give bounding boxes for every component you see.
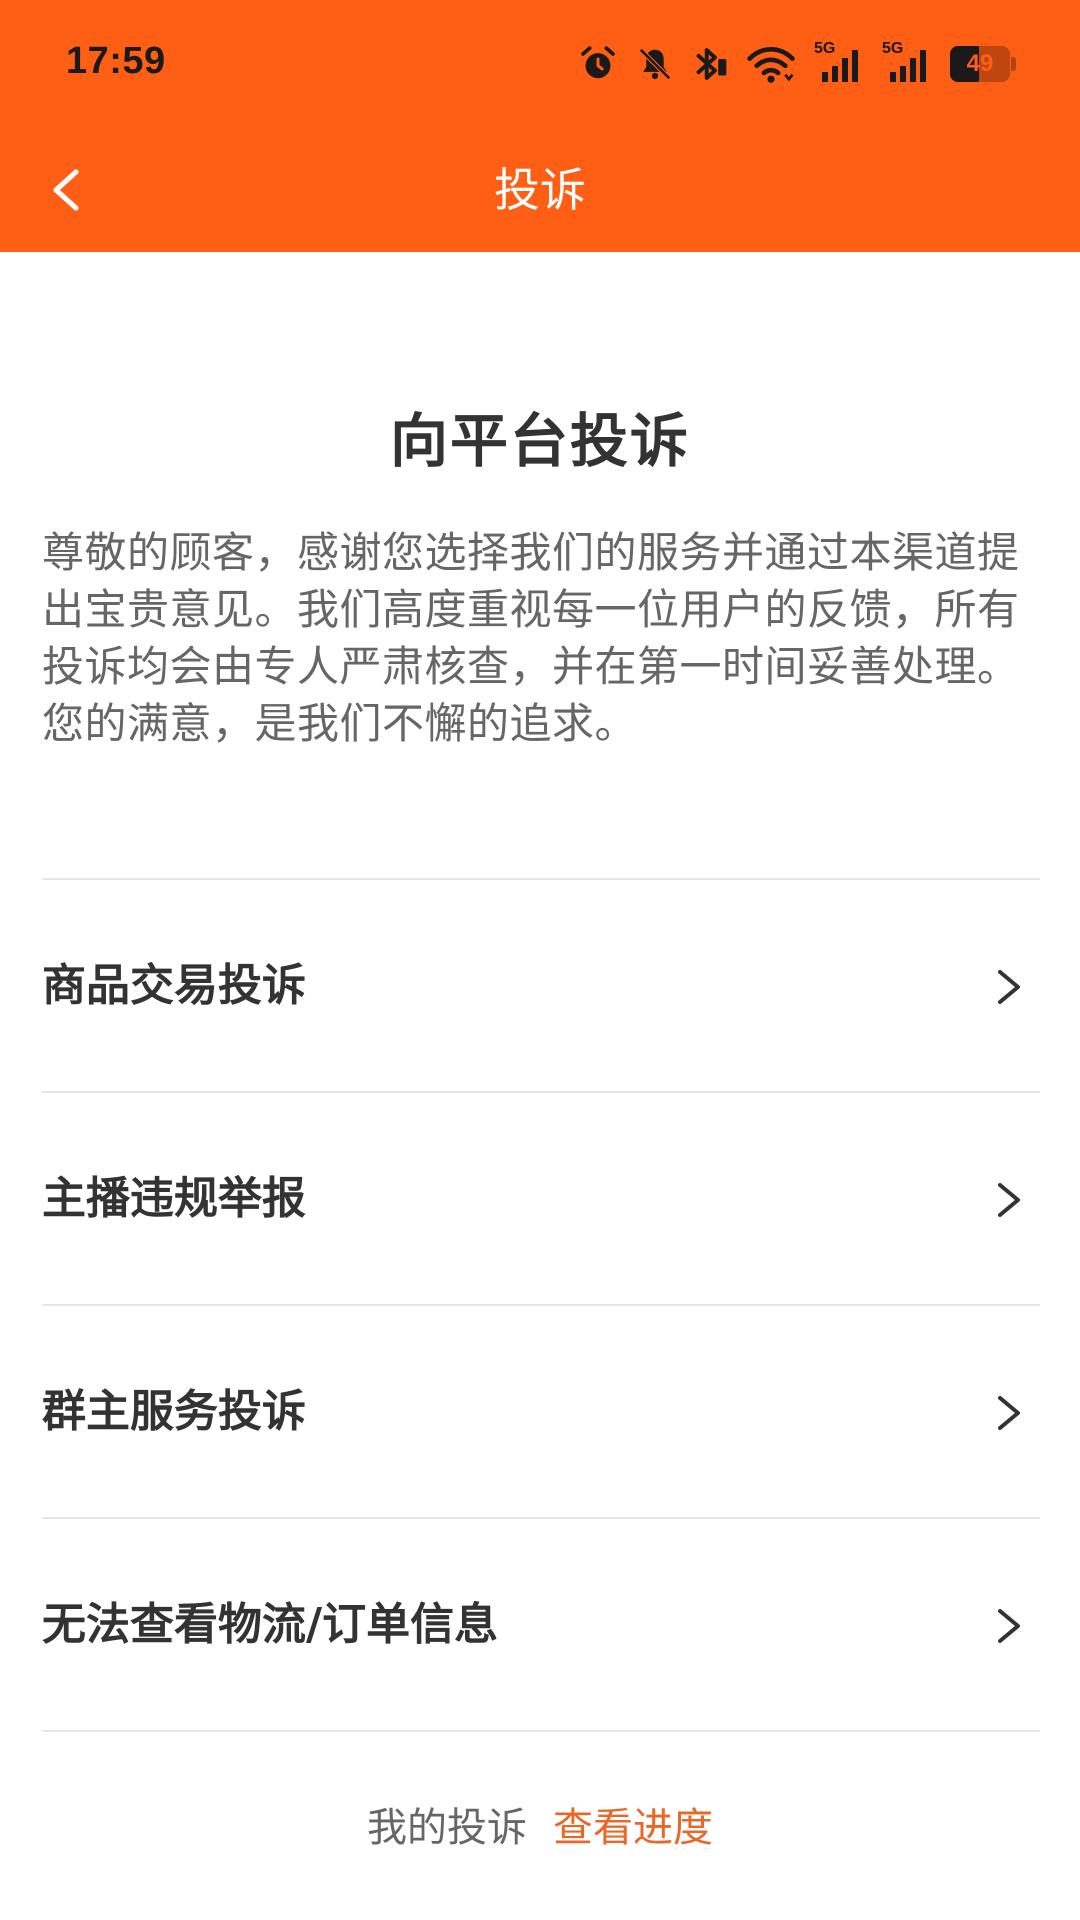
menu-item-label: 主播违规举报 <box>42 1173 306 1224</box>
complaint-menu: 商品交易投诉 主播违规举报 群主服务投诉 无法查看物流/订单信息 <box>42 878 1040 1732</box>
menu-item-label: 群主服务投诉 <box>42 1386 306 1437</box>
status-bar: 17:59 5G 5G 49 <box>0 0 1080 128</box>
menu-item-streamer-report[interactable]: 主播违规举报 <box>42 1093 1040 1306</box>
bluetooth-icon <box>692 44 728 84</box>
section-title: 向平台投诉 <box>389 407 690 475</box>
chevron-right-icon <box>998 1396 1020 1430</box>
battery-cap <box>1011 57 1016 71</box>
menu-item-logistics-order[interactable]: 无法查看物流/订单信息 <box>42 1519 1040 1732</box>
chevron-right-icon <box>998 1609 1020 1643</box>
my-complaints-label: 我的投诉 <box>367 1805 527 1851</box>
mute-icon <box>636 45 674 83</box>
footer: 我的投诉 查看进度 <box>0 1798 1080 1858</box>
chevron-right-icon <box>998 1183 1020 1217</box>
menu-item-label: 无法查看物流/订单信息 <box>42 1599 499 1650</box>
app-header: 17:59 5G 5G 49 投诉 <box>0 0 1080 252</box>
nav-bar: 投诉 <box>0 128 1080 252</box>
alarm-icon <box>578 44 618 84</box>
battery-icon: 49 <box>950 46 1016 82</box>
status-time: 17:59 <box>66 40 166 82</box>
status-icons: 5G 5G 49 <box>578 38 1016 90</box>
wifi-icon <box>746 44 796 84</box>
view-progress-link[interactable]: 查看进度 <box>553 1805 713 1851</box>
battery-level: 49 <box>966 50 994 77</box>
signal-icon: 5G <box>814 40 864 86</box>
menu-item-goods-trade[interactable]: 商品交易投诉 <box>42 880 1040 1093</box>
chevron-right-icon <box>998 970 1020 1004</box>
signal-icon: 5G <box>882 40 932 86</box>
intro-text: 尊敬的顾客，感谢您选择我们的服务并通过本渠道提出宝贵意见。我们高度重视每一位用户… <box>42 528 1020 748</box>
menu-item-label: 商品交易投诉 <box>42 960 306 1011</box>
page-title: 投诉 <box>494 163 586 217</box>
menu-item-group-owner[interactable]: 群主服务投诉 <box>42 1306 1040 1519</box>
